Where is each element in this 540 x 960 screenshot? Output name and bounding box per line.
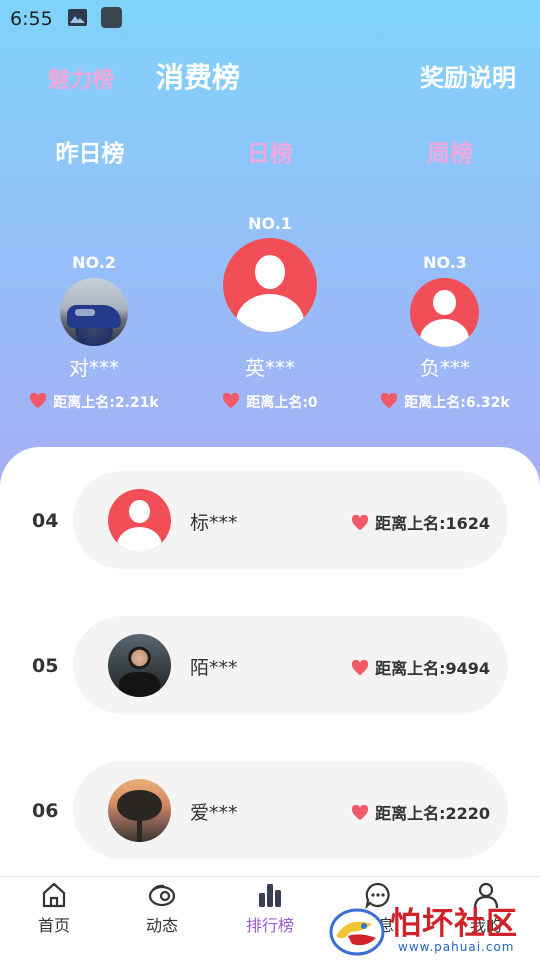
nav-label: 排行榜 [245,916,294,935]
distance-to-previous: 距离上名:6.32k [355,392,535,412]
user-name: 负*** [420,356,470,380]
distance-to-previous: 距离上名:2.21k [4,392,184,412]
default-avatar-icon[interactable] [410,278,479,347]
app-notification-icon [101,7,122,28]
rank-label: NO.3 [423,253,467,272]
distance-text: 距离上名:9494 [375,659,490,678]
list-item[interactable]: 标*** 距离上名:1624 [73,471,508,569]
watermark-text: 怕坏社区 [390,906,518,942]
user-name: 英*** [245,356,295,380]
default-avatar-icon[interactable] [223,238,317,332]
avatar[interactable] [108,634,171,697]
tab-charm-ranking[interactable]: 魅力榜 [48,62,114,94]
distance-text: 距离上名:2220 [375,804,490,823]
user-name: 爱*** [190,802,238,824]
default-avatar-icon[interactable] [108,489,171,552]
tab-daily-ranking[interactable]: 日榜 [247,134,293,168]
watermark: 怕坏社区 www.pahuai.com [328,898,540,960]
ranking-icon [259,884,281,907]
tab-yesterday-ranking[interactable]: 昨日榜 [56,134,125,168]
distance-to-previous: 距离上名:1624 [351,510,490,534]
watermark-url: www.pahuai.com [398,940,515,954]
nav-label: 动态 [145,916,178,935]
distance-text: 距离上名:2.21k [53,395,159,411]
heart-icon [352,805,369,821]
nav-ranking[interactable]: 排行榜 [216,877,324,960]
row-rank: 06 [32,800,59,822]
row-rank: 05 [32,655,59,677]
heart-icon [381,393,398,409]
user-name: 陌*** [190,657,238,679]
heart-icon [352,515,369,531]
distance-text: 距离上名:6.32k [404,395,510,411]
heart-icon [352,660,369,676]
rank-label: NO.2 [72,253,116,272]
moments-icon [148,884,176,907]
watermark-logo-icon [329,908,385,956]
heart-icon [30,393,47,409]
avatar[interactable] [108,779,171,842]
tab-consumption-ranking[interactable]: 消费榜 [156,56,240,96]
user-name: 对*** [69,356,119,380]
distance-text: 距离上名:1624 [375,514,490,533]
nav-moments[interactable]: 动态 [108,877,216,960]
status-time: 6:55 [10,8,53,30]
distance-to-previous: 距离上名:9494 [351,655,490,679]
reward-rules-link[interactable]: 奖励说明 [420,58,516,93]
heart-icon [223,393,240,409]
list-item[interactable]: 陌*** 距离上名:9494 [73,616,508,714]
image-notification-icon [68,9,87,26]
tab-weekly-ranking[interactable]: 周榜 [427,134,473,168]
nav-label: 首页 [37,916,70,935]
home-icon [42,882,66,908]
avatar[interactable] [60,278,128,346]
distance-to-previous: 距离上名:2220 [351,800,490,824]
user-name: 标*** [190,512,238,534]
nav-home[interactable]: 首页 [0,877,108,960]
row-rank: 04 [32,510,59,532]
status-bar: 6:55 [0,0,540,36]
list-item[interactable]: 爱*** 距离上名:2220 [73,761,508,859]
distance-text: 距离上名:0 [246,395,318,411]
distance-to-previous: 距离上名:0 [180,392,360,412]
rank-label: NO.1 [248,214,292,233]
